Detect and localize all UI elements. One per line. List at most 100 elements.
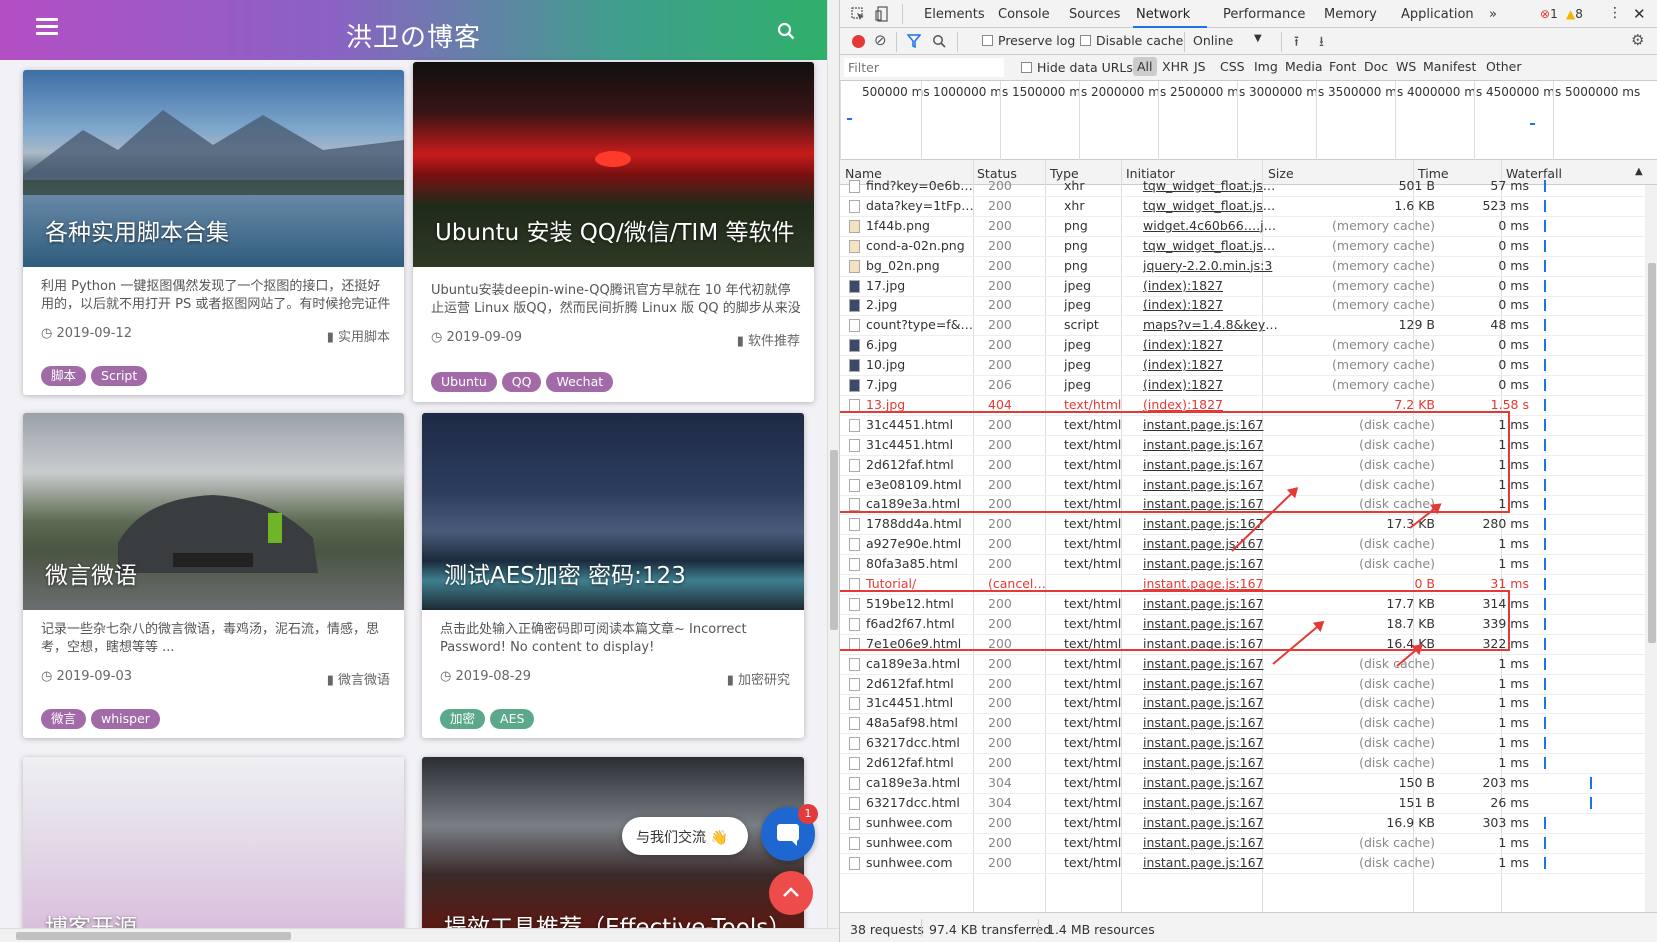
- request-name[interactable]: 80fa3a85.html: [866, 554, 976, 574]
- request-row[interactable]: 48a5af98.html 200 text/html instant.page.js…: [840, 713, 1645, 735]
- tag[interactable]: 加密: [440, 709, 486, 729]
- export-har-icon[interactable]: ⭳: [1319, 31, 1324, 55]
- settings-gear-icon[interactable]: ⚙: [1631, 31, 1644, 49]
- request-row[interactable]: 6.jpg 200 jpeg (index):1827 (memory cache) 0 …: [840, 335, 1645, 357]
- tag[interactable]: AES: [490, 709, 535, 729]
- tab-application[interactable]: Application: [1401, 7, 1474, 22]
- request-row[interactable]: count?type=f&k=f… 200 script maps?v=1.4.8&k…: [840, 315, 1645, 337]
- request-initiator[interactable]: instant.page.js:167: [1143, 813, 1280, 833]
- request-initiator[interactable]: (index):1827: [1143, 375, 1280, 395]
- hide-data-urls-checkbox[interactable]: Hide data URLs: [1021, 60, 1133, 75]
- filter-type-manifest[interactable]: Manifest: [1423, 59, 1476, 74]
- search-icon[interactable]: [777, 22, 795, 40]
- post-card[interactable]: Ubuntu 安装 QQ/微信/TIM 等软件 Ubuntu安装deepin-w…: [413, 62, 814, 402]
- request-row[interactable]: 7.jpg 206 jpeg (index):1827 (memory cache) 0 …: [840, 375, 1645, 396]
- kebab-menu-icon[interactable]: ⋮: [1608, 5, 1622, 21]
- request-row[interactable]: sunhwee.com 200 text/html instant.page.js:1…: [840, 813, 1645, 834]
- post-category[interactable]: ▮ 软件推荐: [737, 330, 800, 349]
- request-name[interactable]: 10.jpg: [866, 355, 976, 375]
- chat-prompt[interactable]: 与我们交流 👋: [622, 817, 748, 855]
- filter-type-media[interactable]: Media: [1285, 59, 1323, 74]
- record-icon[interactable]: [852, 35, 865, 48]
- request-row[interactable]: ca189e3a.html 200 text/html instant.page.js…: [840, 654, 1645, 675]
- post-card[interactable]: 博客开源: [23, 757, 404, 942]
- request-name[interactable]: 1788dd4a.html: [866, 514, 976, 534]
- request-name[interactable]: 2d612faf.html: [866, 753, 976, 773]
- request-row[interactable]: bg_02n.png 200 png jquery-2.2.0.min.js:3 (me…: [840, 256, 1645, 277]
- request-name[interactable]: a927e90e.html: [866, 534, 976, 554]
- site-title[interactable]: 洪卫の博客: [0, 17, 827, 54]
- request-name[interactable]: 63217dcc.html: [866, 793, 976, 813]
- request-name[interactable]: cond-a-02n.png: [866, 236, 976, 256]
- request-initiator[interactable]: instant.page.js:167: [1143, 713, 1280, 733]
- filter-type-doc[interactable]: Doc: [1364, 59, 1388, 74]
- post-cover-image[interactable]: Ubuntu 安装 QQ/微信/TIM 等软件: [413, 62, 814, 267]
- filter-icon[interactable]: [907, 34, 921, 48]
- filter-input[interactable]: [844, 58, 1004, 77]
- filter-type-all[interactable]: All: [1133, 57, 1157, 76]
- tag[interactable]: QQ: [501, 372, 542, 392]
- tab-sources[interactable]: Sources: [1069, 7, 1120, 22]
- request-name[interactable]: data?key=1tFpFZ…: [866, 196, 976, 216]
- tag[interactable]: whisper: [91, 709, 160, 729]
- error-count[interactable]: ⊗1: [1540, 7, 1558, 21]
- request-initiator[interactable]: instant.page.js:167: [1143, 793, 1280, 813]
- request-initiator[interactable]: jquery-2.2.0.min.js:3: [1143, 256, 1280, 276]
- tag[interactable]: 脚本: [41, 366, 87, 386]
- request-name[interactable]: 48a5af98.html: [866, 713, 976, 733]
- throttling-select[interactable]: Online ▼: [1193, 33, 1273, 48]
- request-name[interactable]: bg_02n.png: [866, 256, 976, 276]
- request-name[interactable]: 6.jpg: [866, 335, 976, 355]
- request-name[interactable]: ca189e3a.html: [866, 773, 976, 793]
- tag[interactable]: Ubuntu: [431, 372, 497, 392]
- request-initiator[interactable]: instant.page.js:167: [1143, 693, 1280, 713]
- filter-type-css[interactable]: CSS: [1220, 59, 1245, 74]
- request-initiator[interactable]: tqw_widget_float.js?v…: [1143, 176, 1280, 196]
- post-title[interactable]: 测试AES加密 密码:123: [444, 556, 686, 590]
- page-vertical-scrollbar[interactable]: [827, 0, 839, 942]
- tab-elements[interactable]: Elements: [924, 7, 985, 22]
- request-initiator[interactable]: instant.page.js:167: [1143, 534, 1280, 554]
- request-name[interactable]: ca189e3a.html: [866, 654, 976, 674]
- close-icon[interactable]: ✕: [1633, 5, 1646, 23]
- preserve-log-checkbox[interactable]: Preserve log: [982, 33, 1075, 48]
- request-name[interactable]: 2d612faf.html: [866, 674, 976, 694]
- tab-network[interactable]: Network: [1136, 7, 1190, 22]
- filter-type-ws[interactable]: WS: [1396, 59, 1416, 74]
- request-initiator[interactable]: tqw_widget_float.js?v…: [1143, 236, 1280, 256]
- request-name[interactable]: find?key=0e6b21…: [866, 176, 976, 196]
- request-initiator[interactable]: instant.page.js:167: [1143, 773, 1280, 793]
- request-name[interactable]: 2.jpg: [866, 295, 976, 315]
- request-name[interactable]: sunhwee.com: [866, 813, 976, 833]
- request-row[interactable]: 80fa3a85.html 200 text/html instant.page.js…: [840, 554, 1645, 576]
- more-tabs-icon[interactable]: »: [1489, 7, 1497, 22]
- tag[interactable]: Script: [91, 366, 148, 386]
- filter-type-xhr[interactable]: XHR: [1162, 59, 1189, 74]
- post-cover-image[interactable]: 各种实用脚本合集: [23, 70, 404, 267]
- request-initiator[interactable]: (index):1827: [1143, 295, 1280, 315]
- search-icon[interactable]: [932, 34, 946, 48]
- request-row[interactable]: 1788dd4a.html 200 text/html instant.page.js…: [840, 514, 1645, 536]
- post-cover-image[interactable]: 微言微语: [23, 413, 404, 610]
- post-category[interactable]: ▮ 实用脚本: [327, 326, 390, 345]
- request-name[interactable]: 63217dcc.html: [866, 733, 976, 753]
- request-initiator[interactable]: instant.page.js:167: [1143, 674, 1280, 694]
- post-card[interactable]: 测试AES加密 密码:123 点击此处输入正确密码即可阅读本篇文章~ Incor…: [422, 413, 804, 738]
- warning-count[interactable]: ▲8: [1566, 7, 1583, 21]
- post-title[interactable]: 各种实用脚本合集: [45, 213, 229, 247]
- request-initiator[interactable]: instant.page.js:167: [1143, 753, 1280, 773]
- scrollbar-thumb[interactable]: [1648, 263, 1656, 643]
- request-row[interactable]: 10.jpg 200 jpeg (index):1827 (memory cache) 0…: [840, 355, 1645, 377]
- inspect-element-icon[interactable]: [851, 7, 865, 21]
- back-to-top-button[interactable]: [769, 871, 813, 915]
- request-initiator[interactable]: instant.page.js:167: [1143, 733, 1280, 753]
- request-row[interactable]: 2d612faf.html 200 text/html instant.page.js…: [840, 753, 1645, 775]
- post-card[interactable]: 微言微语 记录一些杂七杂八的微言微语，毒鸡汤，泥石流，情感，思考，空想，瞎想等等…: [23, 413, 404, 738]
- request-initiator[interactable]: instant.page.js:167: [1143, 554, 1280, 574]
- request-row[interactable]: 2d612faf.html 200 text/html instant.page.js…: [840, 674, 1645, 695]
- request-name[interactable]: 31c4451.html: [866, 693, 976, 713]
- clear-icon[interactable]: ⊘: [874, 31, 887, 49]
- request-initiator[interactable]: instant.page.js:167: [1143, 853, 1280, 873]
- request-row[interactable]: find?key=0e6b21… 200 xhr tqw_widget_float.j…: [840, 176, 1645, 197]
- post-card[interactable]: 提效工具推荐（Effective-Tools）: [422, 757, 804, 942]
